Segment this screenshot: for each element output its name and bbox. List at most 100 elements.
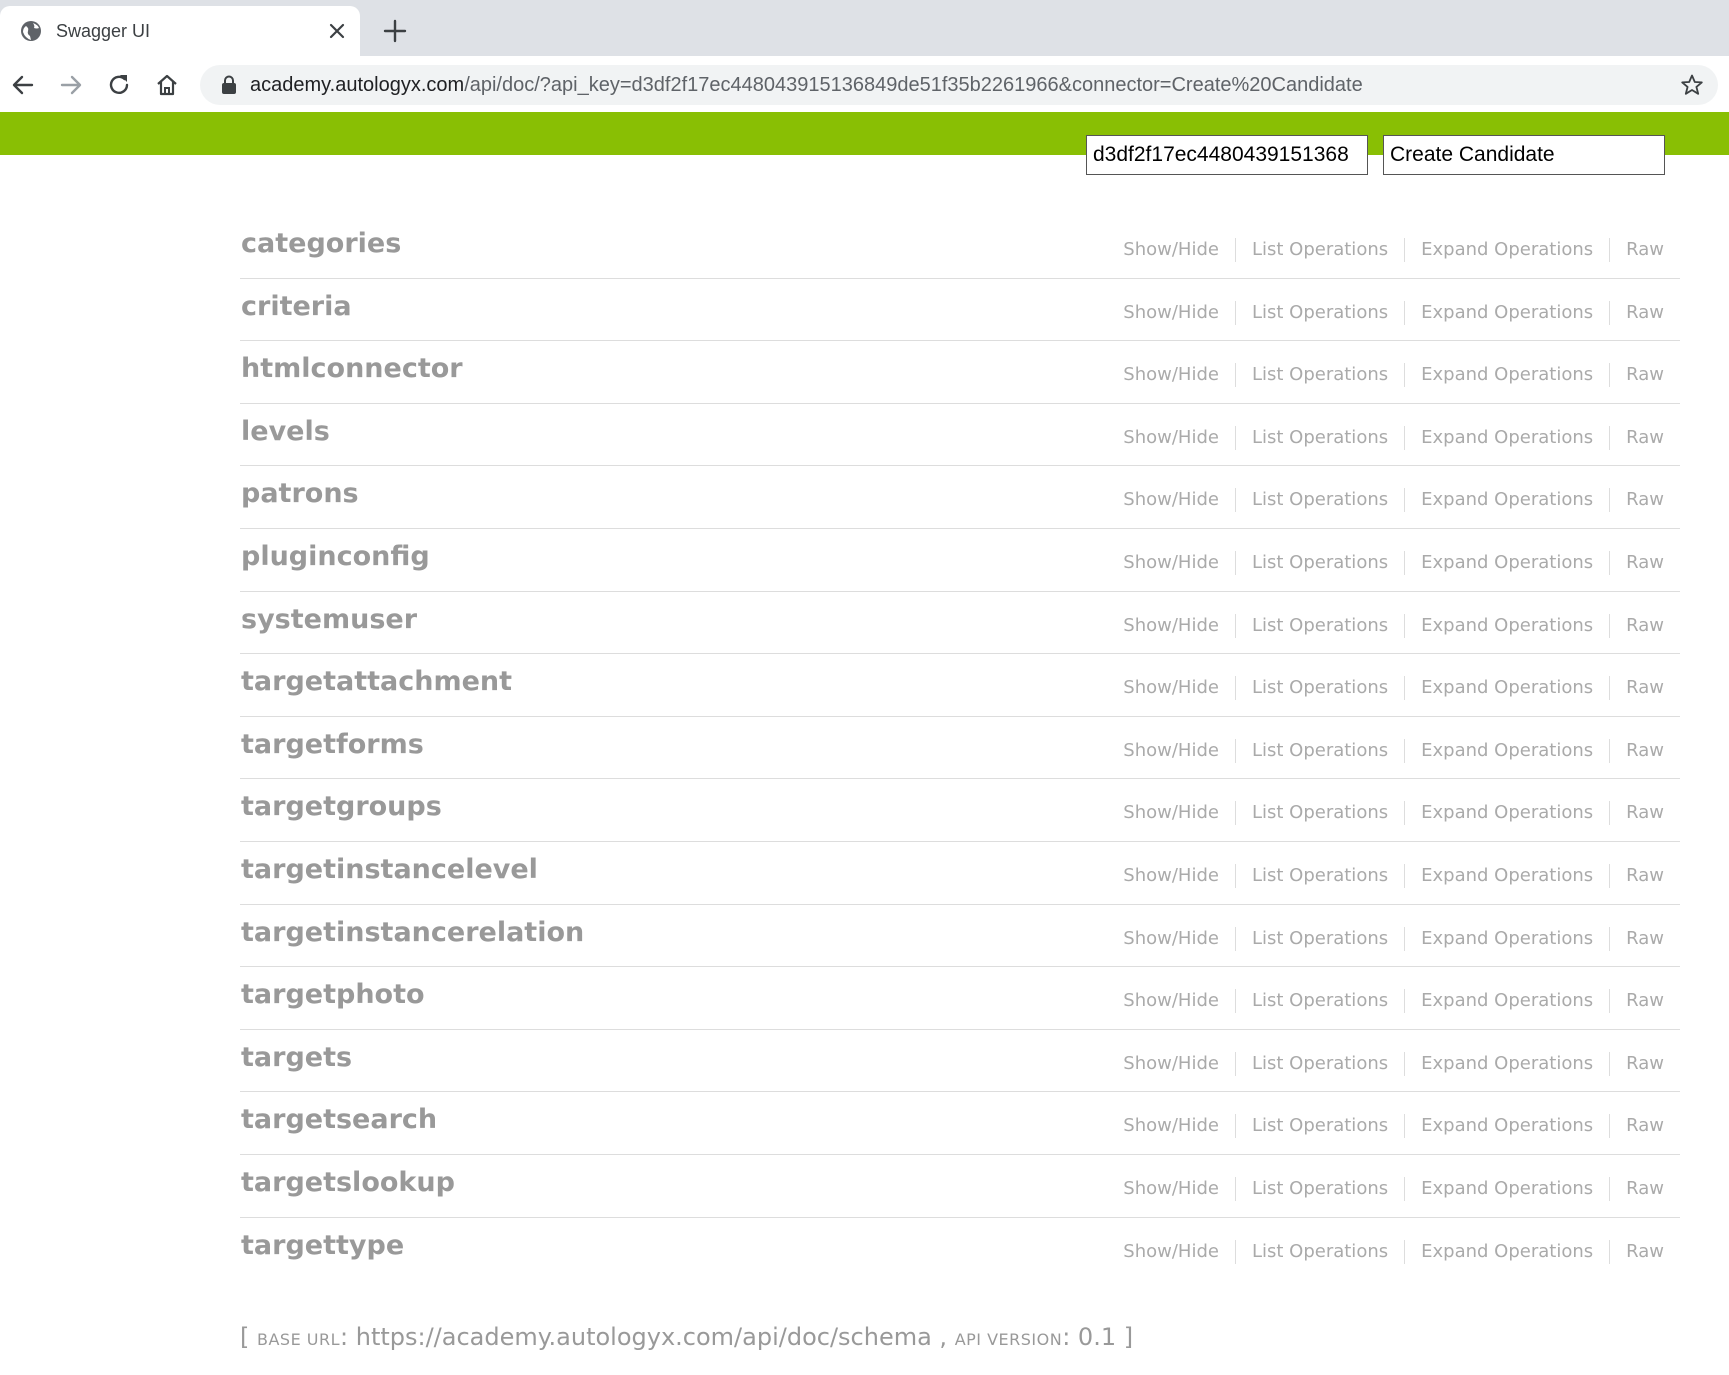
show-hide-link[interactable]: Show/Hide xyxy=(1107,1176,1236,1201)
expand-operations-link[interactable]: Expand Operations xyxy=(1405,1239,1611,1264)
bookmark-star-icon[interactable] xyxy=(1680,73,1704,97)
resource-name-link[interactable]: categories xyxy=(241,226,401,262)
raw-link[interactable]: Raw xyxy=(1610,488,1664,512)
resource-name-link[interactable]: targetattachment xyxy=(241,664,512,700)
resource-name-link[interactable]: targetinstancelevel xyxy=(241,852,538,888)
show-hide-link[interactable]: Show/Hide xyxy=(1107,738,1236,763)
show-hide-link[interactable]: Show/Hide xyxy=(1107,300,1236,325)
show-hide-link[interactable]: Show/Hide xyxy=(1107,1239,1236,1264)
list-operations-link[interactable]: List Operations xyxy=(1236,238,1406,262)
address-bar[interactable]: academy.autologyx.com/api/doc/?api_key=d… xyxy=(200,65,1718,105)
expand-operations-link[interactable]: Expand Operations xyxy=(1405,300,1611,325)
list-operations-link[interactable]: List Operations xyxy=(1236,863,1406,888)
show-hide-link[interactable]: Show/Hide xyxy=(1107,863,1236,888)
raw-link[interactable]: Raw xyxy=(1610,1177,1664,1201)
resource-name-link[interactable]: targetslookup xyxy=(241,1165,455,1201)
lock-icon[interactable] xyxy=(220,75,238,95)
list-operations-link[interactable]: List Operations xyxy=(1236,926,1406,951)
raw-link[interactable]: Raw xyxy=(1610,864,1664,888)
list-operations-link[interactable]: List Operations xyxy=(1236,488,1406,513)
expand-operations-link[interactable]: Expand Operations xyxy=(1405,738,1611,763)
show-hide-link[interactable]: Show/Hide xyxy=(1107,238,1236,262)
expand-operations-link[interactable]: Expand Operations xyxy=(1405,926,1611,951)
resource-name-link[interactable]: targets xyxy=(241,1040,352,1076)
list-operations-link[interactable]: List Operations xyxy=(1236,676,1406,701)
show-hide-link[interactable]: Show/Hide xyxy=(1107,926,1236,951)
expand-operations-link[interactable]: Expand Operations xyxy=(1405,238,1611,262)
api-version-value: 0.1 xyxy=(1077,1323,1117,1351)
expand-operations-link[interactable]: Expand Operations xyxy=(1405,363,1611,388)
list-operations-link[interactable]: List Operations xyxy=(1236,363,1406,388)
raw-link[interactable]: Raw xyxy=(1610,739,1664,763)
list-operations-link[interactable]: List Operations xyxy=(1236,1176,1406,1201)
resource-name-link[interactable]: targetgroups xyxy=(241,789,442,825)
resource-name-link[interactable]: systemuser xyxy=(241,602,417,638)
expand-operations-link[interactable]: Expand Operations xyxy=(1405,488,1611,513)
resource-name-link[interactable]: pluginconfig xyxy=(241,539,430,575)
resource-row: targetslookup Show/Hide List Operations Exp… xyxy=(240,1155,1680,1218)
resource-name-link[interactable]: targetforms xyxy=(241,727,424,763)
resource-name-link[interactable]: patrons xyxy=(241,476,359,512)
raw-link[interactable]: Raw xyxy=(1610,989,1664,1013)
raw-link[interactable]: Raw xyxy=(1610,551,1664,575)
raw-link[interactable]: Raw xyxy=(1610,1240,1664,1264)
resource-name-link[interactable]: targetphoto xyxy=(241,977,425,1013)
show-hide-link[interactable]: Show/Hide xyxy=(1107,363,1236,388)
resource-name-link[interactable]: targetsearch xyxy=(241,1102,437,1138)
home-icon[interactable] xyxy=(154,72,180,98)
raw-link[interactable]: Raw xyxy=(1610,1114,1664,1138)
list-operations-link[interactable]: List Operations xyxy=(1236,300,1406,325)
expand-operations-link[interactable]: Expand Operations xyxy=(1405,425,1611,450)
raw-link[interactable]: Raw xyxy=(1610,927,1664,951)
browser-tab[interactable]: Swagger UI xyxy=(0,6,360,56)
raw-link[interactable]: Raw xyxy=(1610,238,1664,262)
expand-operations-link[interactable]: Expand Operations xyxy=(1405,550,1611,575)
show-hide-link[interactable]: Show/Hide xyxy=(1107,425,1236,450)
list-operations-link[interactable]: List Operations xyxy=(1236,801,1406,826)
resource-operations: Show/Hide List Operations Expand Operation… xyxy=(1107,989,1664,1014)
expand-operations-link[interactable]: Expand Operations xyxy=(1405,801,1611,826)
list-operations-link[interactable]: List Operations xyxy=(1236,989,1406,1014)
raw-link[interactable]: Raw xyxy=(1610,801,1664,825)
list-operations-link[interactable]: List Operations xyxy=(1236,738,1406,763)
resource-name-link[interactable]: levels xyxy=(241,414,330,450)
resource-name-link[interactable]: targetinstancerelation xyxy=(241,915,584,951)
list-operations-link[interactable]: List Operations xyxy=(1236,425,1406,450)
resource-name-link[interactable]: targettype xyxy=(241,1228,404,1264)
expand-operations-link[interactable]: Expand Operations xyxy=(1405,676,1611,701)
show-hide-link[interactable]: Show/Hide xyxy=(1107,989,1236,1014)
expand-operations-link[interactable]: Expand Operations xyxy=(1405,989,1611,1014)
expand-operations-link[interactable]: Expand Operations xyxy=(1405,1176,1611,1201)
show-hide-link[interactable]: Show/Hide xyxy=(1107,550,1236,575)
show-hide-link[interactable]: Show/Hide xyxy=(1107,801,1236,826)
expand-operations-link[interactable]: Expand Operations xyxy=(1405,613,1611,638)
raw-link[interactable]: Raw xyxy=(1610,1052,1664,1076)
forward-arrow-icon[interactable] xyxy=(58,72,84,98)
show-hide-link[interactable]: Show/Hide xyxy=(1107,1114,1236,1139)
raw-link[interactable]: Raw xyxy=(1610,363,1664,387)
resource-name-link[interactable]: htmlconnector xyxy=(241,351,463,387)
show-hide-link[interactable]: Show/Hide xyxy=(1107,613,1236,638)
raw-link[interactable]: Raw xyxy=(1610,301,1664,325)
api-key-input[interactable]: d3df2f17ec4480439151368 xyxy=(1086,135,1368,175)
raw-link[interactable]: Raw xyxy=(1610,614,1664,638)
reload-icon[interactable] xyxy=(106,72,132,98)
list-operations-link[interactable]: List Operations xyxy=(1236,613,1406,638)
expand-operations-link[interactable]: Expand Operations xyxy=(1405,1114,1611,1139)
new-tab-icon[interactable] xyxy=(382,18,408,44)
expand-operations-link[interactable]: Expand Operations xyxy=(1405,863,1611,888)
back-arrow-icon[interactable] xyxy=(10,72,36,98)
close-icon[interactable] xyxy=(326,20,348,42)
expand-operations-link[interactable]: Expand Operations xyxy=(1405,1051,1611,1076)
list-operations-link[interactable]: List Operations xyxy=(1236,550,1406,575)
show-hide-link[interactable]: Show/Hide xyxy=(1107,1051,1236,1076)
show-hide-link[interactable]: Show/Hide xyxy=(1107,488,1236,513)
connector-input[interactable]: Create Candidate xyxy=(1383,135,1665,175)
list-operations-link[interactable]: List Operations xyxy=(1236,1051,1406,1076)
show-hide-link[interactable]: Show/Hide xyxy=(1107,676,1236,701)
list-operations-link[interactable]: List Operations xyxy=(1236,1239,1406,1264)
raw-link[interactable]: Raw xyxy=(1610,426,1664,450)
list-operations-link[interactable]: List Operations xyxy=(1236,1114,1406,1139)
raw-link[interactable]: Raw xyxy=(1610,676,1664,700)
resource-name-link[interactable]: criteria xyxy=(241,289,352,325)
